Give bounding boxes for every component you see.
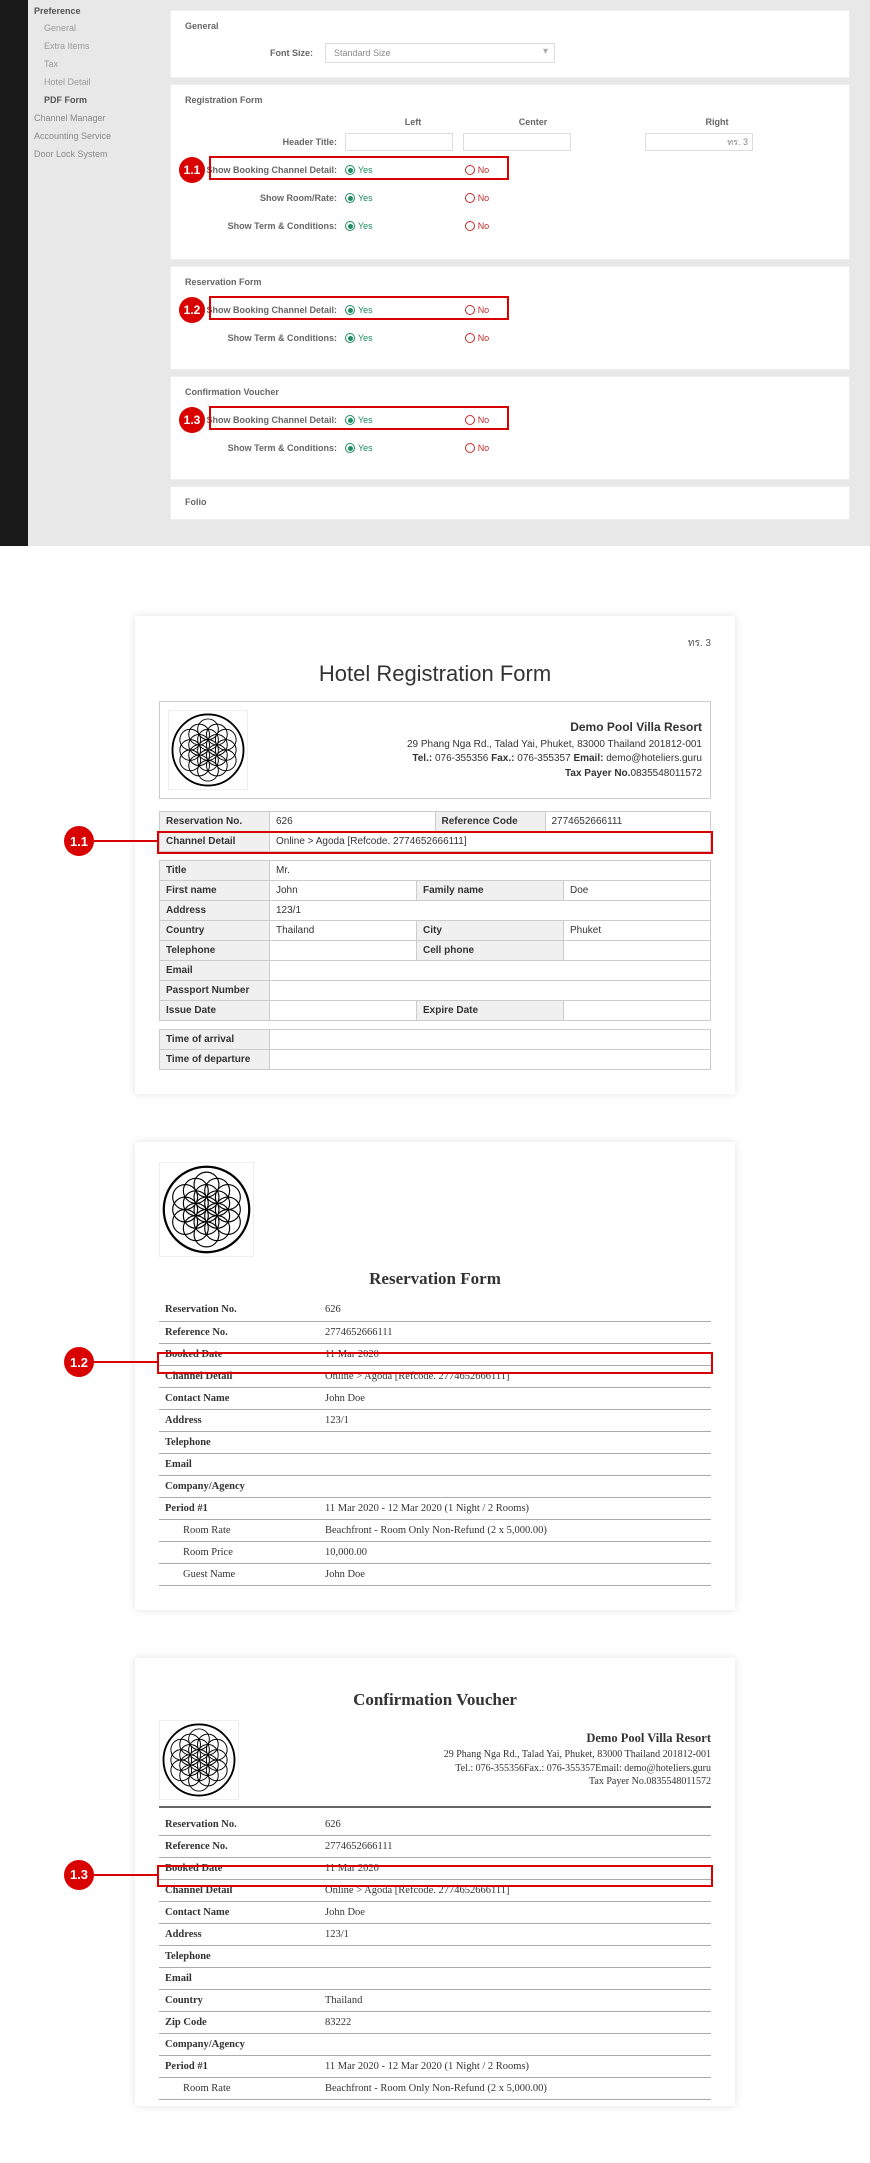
registration-form-doc: ทร. 3 Hotel Registration Form Demo Pool … — [135, 616, 735, 1094]
reg-show-terms-yes[interactable]: Yes — [345, 221, 373, 231]
header-title-left[interactable] — [345, 133, 453, 151]
reg-table-top: Reservation No.626 Reference Code2774652… — [159, 811, 711, 852]
reg-table-guest: TitleMr. First nameJohn Family nameDoe A… — [159, 860, 711, 1021]
sidebar-item-accounting[interactable]: Accounting Service — [34, 127, 150, 145]
reg-show-channel-no[interactable]: No — [465, 165, 490, 175]
registration-title: Registration Form — [185, 95, 835, 105]
folio-title: Folio — [185, 497, 835, 507]
font-size-label: Font Size: — [185, 48, 325, 58]
res-table: Reservation No.626 Reference No.27746526… — [159, 1299, 711, 1586]
doc-topcode: ทร. 3 — [159, 636, 711, 651]
badge-1-1: 1.1 — [179, 157, 205, 183]
font-size-select[interactable]: Standard Size — [325, 43, 555, 63]
badge-1-3: 1.3 — [179, 407, 205, 433]
header-title-label: Header Title: — [185, 137, 345, 147]
hotel-info: Demo Pool Villa Resort 29 Phang Nga Rd.,… — [248, 719, 702, 782]
header-title-right[interactable] — [645, 133, 753, 151]
reg-show-channel-yes[interactable]: Yes — [345, 165, 373, 175]
confirmation-section: Confirmation Voucher Show Booking Channe… — [170, 376, 850, 480]
doc-badge-1-1: 1.1 — [64, 826, 94, 856]
conf-show-channel-yes[interactable]: Yes — [345, 415, 373, 425]
col-right: Right — [657, 117, 777, 127]
res-show-terms-label: Show Term & Conditions: — [185, 333, 345, 343]
col-left: Left — [353, 117, 473, 127]
res-show-channel-no[interactable]: No — [465, 305, 490, 315]
doc-badge-1-3: 1.3 — [64, 1860, 94, 1890]
confirmation-voucher-doc: Confirmation Voucher Demo Pool Villa Res… — [135, 1658, 735, 2107]
hotel-logo-icon — [159, 1720, 239, 1800]
reg-show-rate-yes[interactable]: Yes — [345, 193, 373, 203]
conf-show-terms-no[interactable]: No — [465, 443, 490, 453]
sidebar-item-door-lock[interactable]: Door Lock System — [34, 145, 150, 163]
settings-panel: Preference General Extra Items Tax Hotel… — [0, 0, 870, 546]
confirmation-title: Confirmation Voucher — [185, 387, 835, 397]
reservation-title: Reservation Form — [185, 277, 835, 287]
general-section: General Font Size: Standard Size — [170, 10, 850, 78]
reservation-form-doc: Reservation Form Reservation No.626 Refe… — [135, 1142, 735, 1610]
sidebar-item-pdf-form[interactable]: PDF Form — [34, 91, 150, 109]
leader-1-1 — [94, 840, 159, 842]
hotel-logo-icon — [168, 710, 248, 790]
sidebar-item-general[interactable]: General — [34, 19, 150, 37]
sidebar-title: Preference — [34, 6, 150, 16]
reg-show-terms-no[interactable]: No — [465, 221, 490, 231]
badge-1-2: 1.2 — [179, 297, 205, 323]
sidebar-item-tax[interactable]: Tax — [34, 55, 150, 73]
leader-1-2 — [94, 1361, 159, 1363]
reg-show-channel-label: Show Booking Channel Detail: — [185, 165, 345, 175]
res-show-channel-label: Show Booking Channel Detail: — [185, 305, 345, 315]
conf-show-channel-no[interactable]: No — [465, 415, 490, 425]
conf-show-terms-label: Show Term & Conditions: — [185, 443, 345, 453]
header-title-center[interactable] — [463, 133, 571, 151]
reservation-section: Reservation Form Show Booking Channel De… — [170, 266, 850, 370]
sidebar-item-channel-manager[interactable]: Channel Manager — [34, 109, 150, 127]
leader-1-3 — [94, 1874, 159, 1876]
reg-show-rate-no[interactable]: No — [465, 193, 490, 203]
doc-reg-title: Hotel Registration Form — [159, 661, 711, 687]
reg-show-terms-label: Show Term & Conditions: — [185, 221, 345, 231]
doc-conf-title: Confirmation Voucher — [159, 1690, 711, 1710]
conf-table: Reservation No.626 Reference No.27746526… — [159, 1814, 711, 2101]
res-show-channel-yes[interactable]: Yes — [345, 305, 373, 315]
sidebar-item-extra-items[interactable]: Extra Items — [34, 37, 150, 55]
hotel-info: Demo Pool Villa Resort 29 Phang Nga Rd.,… — [239, 1730, 711, 1788]
folio-section: Folio — [170, 486, 850, 520]
doc-badge-1-2: 1.2 — [64, 1347, 94, 1377]
res-show-terms-yes[interactable]: Yes — [345, 333, 373, 343]
general-title: General — [185, 21, 835, 31]
res-show-terms-no[interactable]: No — [465, 333, 490, 343]
doc-res-title: Reservation Form — [159, 1269, 711, 1289]
settings-content: General Font Size: Standard Size Registr… — [150, 0, 870, 546]
reg-table-time: Time of arrival Time of departure — [159, 1029, 711, 1070]
conf-show-channel-label: Show Booking Channel Detail: — [185, 415, 345, 425]
reg-show-rate-label: Show Room/Rate: — [185, 193, 345, 203]
registration-section: Registration Form Left Center Right Head… — [170, 84, 850, 260]
sidebar-item-hotel-detail[interactable]: Hotel Detail — [34, 73, 150, 91]
col-center: Center — [473, 117, 593, 127]
hotel-logo-icon — [159, 1162, 254, 1257]
conf-show-terms-yes[interactable]: Yes — [345, 443, 373, 453]
sidebar: Preference General Extra Items Tax Hotel… — [0, 0, 150, 546]
